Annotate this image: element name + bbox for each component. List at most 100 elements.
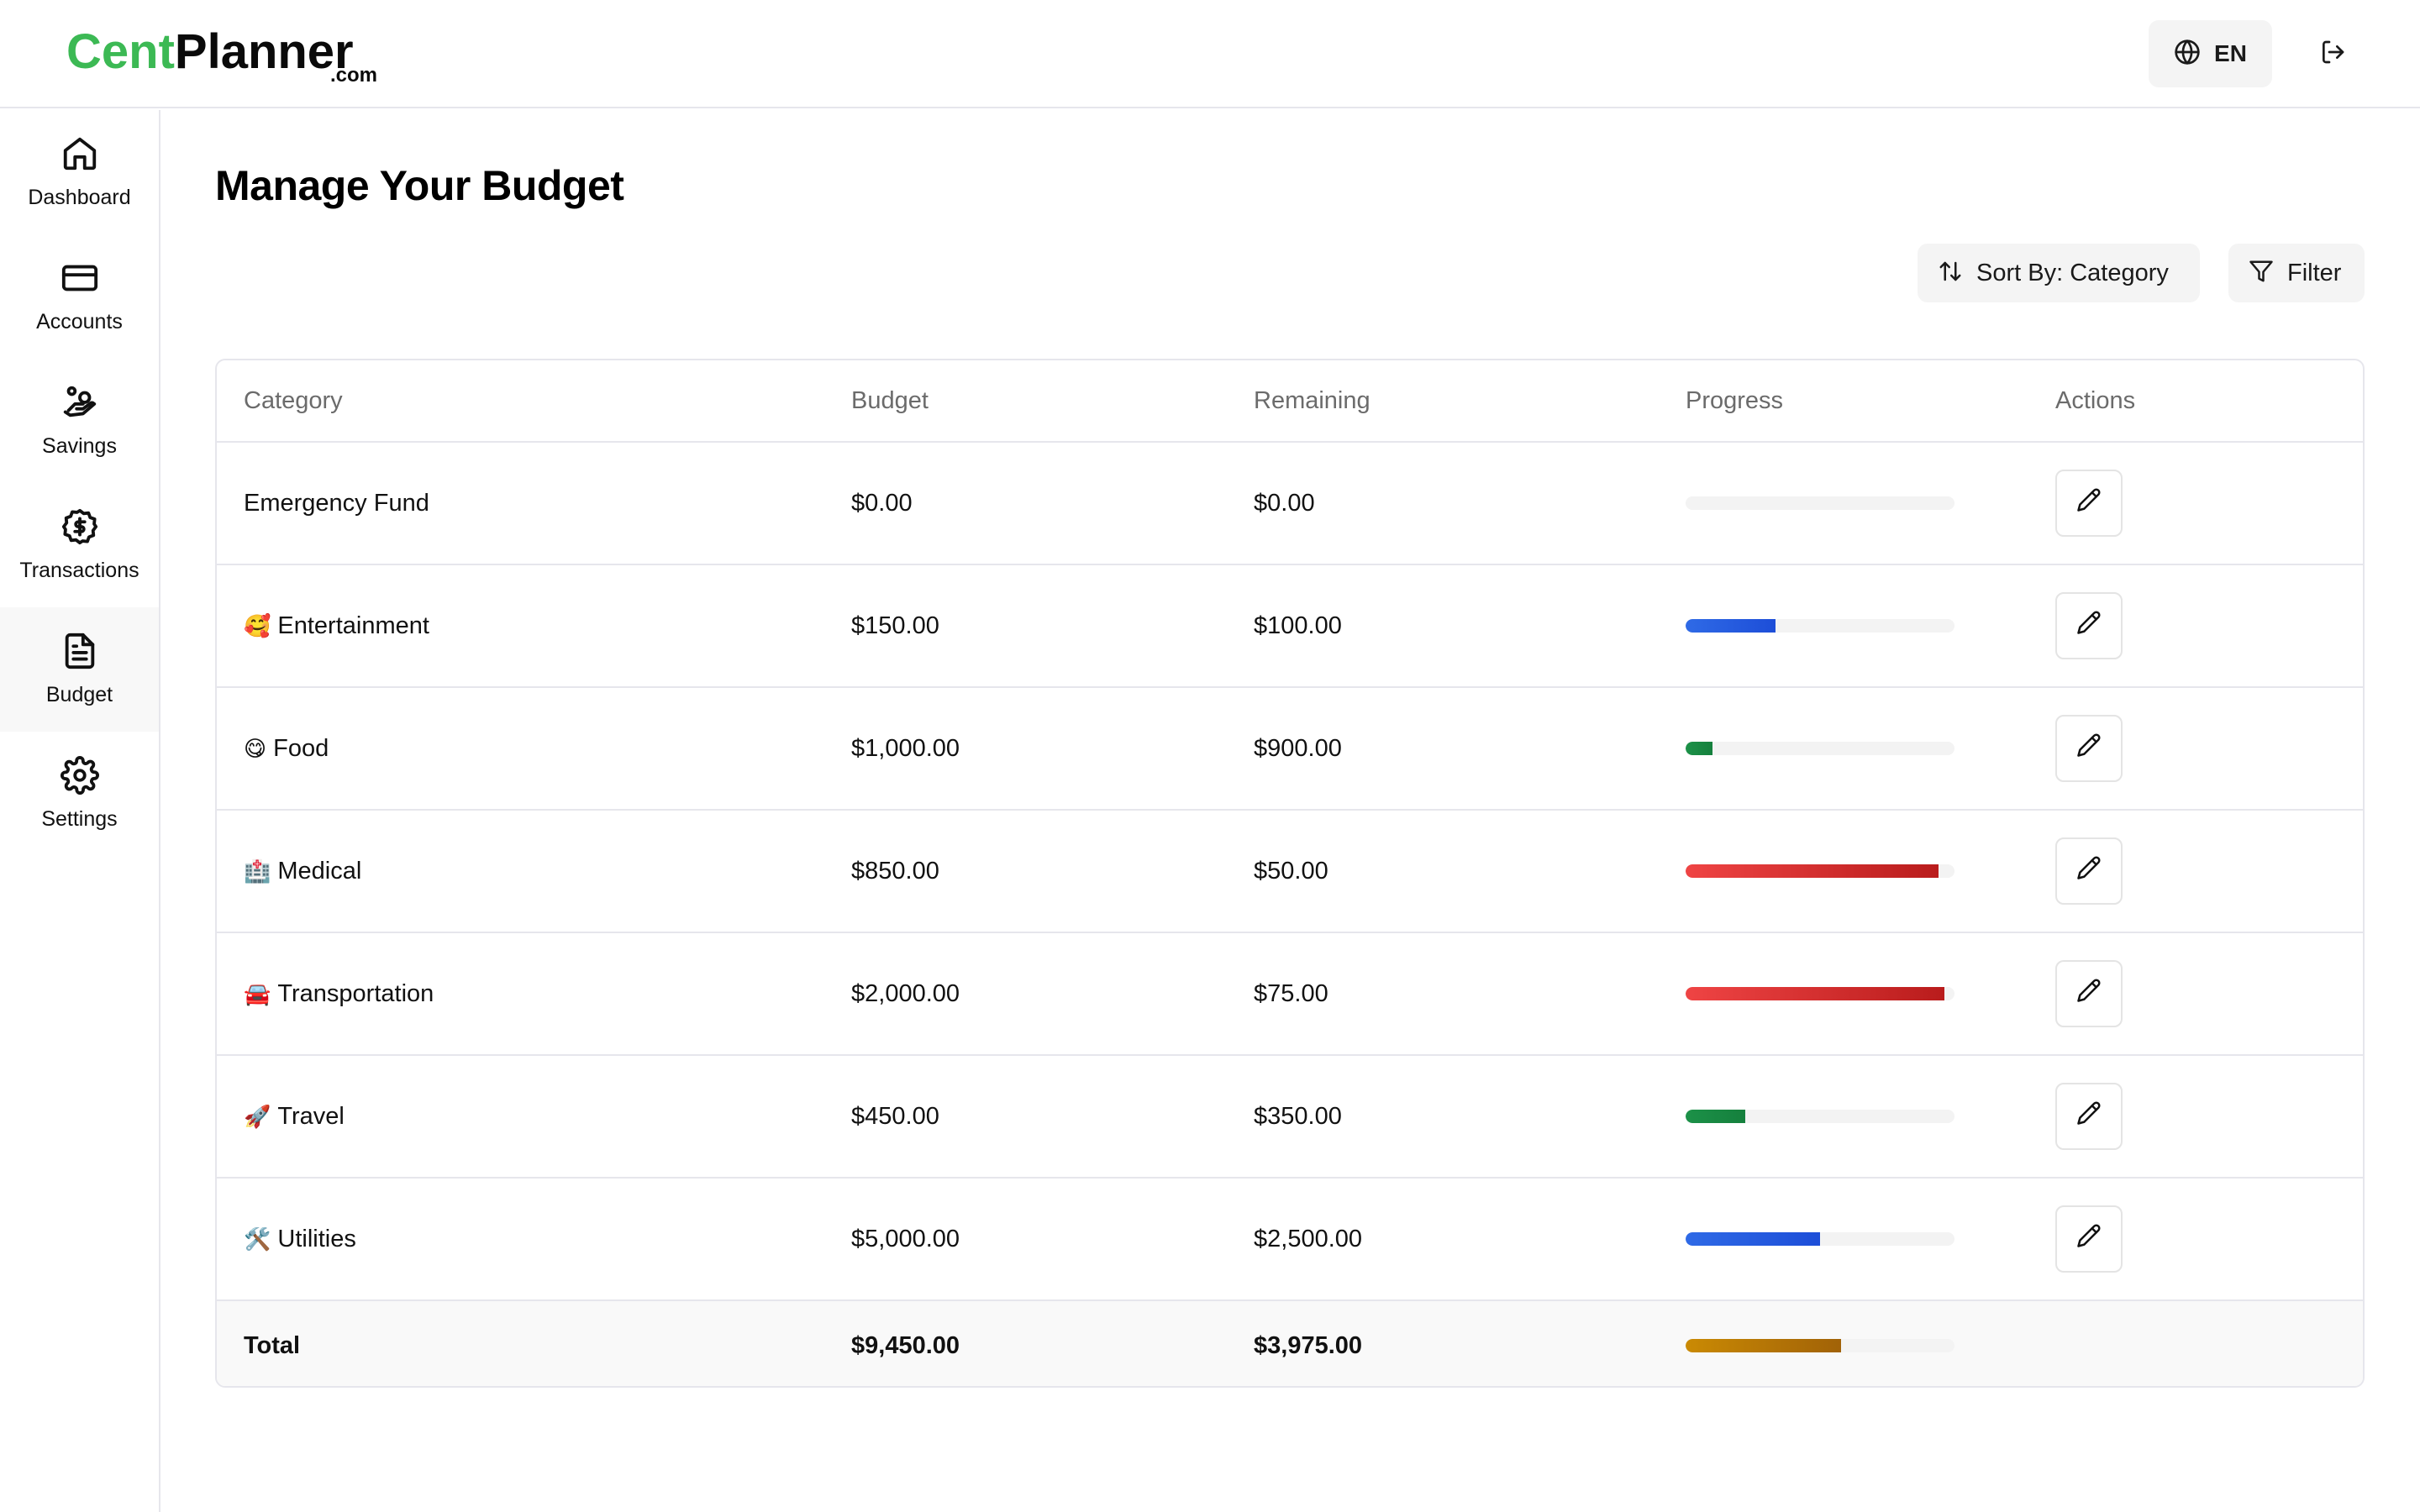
actions-cell: [2055, 811, 2123, 932]
actions-cell: [2055, 933, 2123, 1054]
logo-planner: Planner: [174, 24, 354, 79]
sidebar-item-dashboard[interactable]: Dashboard: [0, 110, 159, 234]
table-row: 🛠️ Utilities $5,000.00 $2,500.00: [217, 1179, 2363, 1301]
column-header-progress[interactable]: Progress: [1686, 360, 1783, 441]
column-header-actions: Actions: [2055, 386, 2136, 414]
table-row: 🚀 Travel $450.00 $350.00: [217, 1056, 2363, 1179]
pencil-icon: [2076, 732, 2102, 764]
pencil-icon: [2076, 855, 2102, 887]
progress-bar: [1686, 864, 1954, 878]
budget-cell: $450.00: [851, 1102, 939, 1130]
edit-button[interactable]: [2055, 592, 2123, 659]
total-progress-cell: [1686, 1301, 1954, 1386]
filter-button[interactable]: Filter: [2228, 244, 2365, 302]
logo-cent: Cent: [66, 24, 175, 79]
sidebar-item-budget[interactable]: Budget: [0, 607, 159, 732]
category-name: Transportation: [277, 979, 434, 1007]
remaining-cell: $50.00: [1254, 857, 1328, 885]
table-row: 🚘 Transportation $2,000.00 $75.00: [217, 933, 2363, 1056]
sort-arrows-icon: [1938, 259, 1963, 288]
actions-cell: [2055, 688, 2123, 809]
edit-button[interactable]: [2055, 960, 2123, 1027]
sidebar-item-settings[interactable]: Settings: [0, 732, 159, 856]
remaining-cell: $0.00: [1254, 489, 1315, 517]
pencil-icon: [2076, 1100, 2102, 1132]
actions-cell: [2055, 1056, 2123, 1177]
globe-icon: [2174, 39, 2201, 70]
category-emoji-icon: 🚘: [244, 980, 271, 1006]
edit-button[interactable]: [2055, 1083, 2123, 1150]
remaining-cell: $350.00: [1254, 1102, 1342, 1130]
remaining-cell: $100.00: [1254, 612, 1342, 639]
remaining-cell: $900.00: [1254, 734, 1342, 762]
sidebar: Dashboard Accounts Savings Transactions …: [0, 110, 160, 1512]
sort-button[interactable]: Sort By: Category: [1918, 244, 2200, 302]
column-header-category[interactable]: Category: [244, 360, 343, 441]
sidebar-item-label: Dashboard: [28, 186, 131, 209]
column-header-budget[interactable]: Budget: [851, 360, 929, 441]
actions-cell: [2055, 1179, 2123, 1299]
language-label: EN: [2214, 40, 2247, 66]
progress-cell: [1686, 1179, 1954, 1299]
total-progress-bar: [1686, 1339, 1954, 1352]
category-name: Utilities: [277, 1225, 356, 1252]
progress-cell: [1686, 1056, 1954, 1177]
category-name: Medical: [277, 857, 362, 885]
logo[interactable]: CentPlanner .com: [66, 24, 377, 91]
table-row: 😋 Food $1,000.00 $900.00: [217, 688, 2363, 811]
language-button[interactable]: EN: [2149, 20, 2272, 87]
progress-bar: [1686, 1110, 1954, 1123]
total-remaining: $3,975.00: [1254, 1331, 1363, 1359]
sidebar-item-label: Budget: [45, 683, 113, 706]
category-cell: 🏥 Medical: [244, 811, 361, 932]
progress-bar: [1686, 619, 1954, 633]
edit-button[interactable]: [2055, 715, 2123, 782]
progress-fill: [1686, 742, 1712, 755]
actions-cell: [2055, 565, 2123, 686]
progress-cell: [1686, 933, 1954, 1054]
total-budget: $9,450.00: [851, 1331, 960, 1359]
category-cell: 🚘 Transportation: [244, 933, 434, 1054]
category-emoji-icon: 🏥: [244, 858, 271, 884]
category-cell: 😋 Food: [244, 688, 329, 809]
total-label: Total: [244, 1331, 301, 1359]
category-cell: Emergency Fund: [244, 443, 429, 564]
progress-fill: [1686, 987, 1944, 1000]
sidebar-item-transactions[interactable]: Transactions: [0, 483, 159, 607]
category-emoji-icon: 😋: [244, 735, 267, 761]
home-icon: [60, 134, 99, 177]
progress-bar: [1686, 742, 1954, 755]
pencil-icon: [2076, 610, 2102, 642]
table-total-row: Total $9,450.00 $3,975.00: [217, 1301, 2363, 1386]
pencil-icon: [2076, 487, 2102, 519]
sidebar-item-accounts[interactable]: Accounts: [0, 234, 159, 359]
progress-cell: [1686, 443, 1954, 564]
budget-cell: $150.00: [851, 612, 939, 639]
table-row: 🏥 Medical $850.00 $50.00: [217, 811, 2363, 933]
category-cell: 🛠️ Utilities: [244, 1179, 356, 1299]
logout-icon: [2319, 39, 2346, 70]
sidebar-item-savings[interactable]: Savings: [0, 359, 159, 483]
logout-button[interactable]: [2312, 34, 2353, 74]
pencil-icon: [2076, 978, 2102, 1010]
category-name: Emergency Fund: [244, 489, 429, 517]
progress-cell: [1686, 688, 1954, 809]
category-emoji-icon: 🛠️: [244, 1226, 271, 1252]
filter-icon: [2249, 259, 2274, 288]
total-progress-fill: [1686, 1339, 1842, 1352]
file-text-icon: [60, 632, 99, 675]
edit-button[interactable]: [2055, 470, 2123, 537]
budget-table: Category Budget Remaining Progress Actio…: [215, 359, 2365, 1388]
table-row: 🥰 Entertainment $150.00 $100.00: [217, 565, 2363, 688]
column-header-remaining[interactable]: Remaining: [1254, 360, 1370, 441]
budget-cell: $5,000.00: [851, 1225, 960, 1252]
category-cell: 🚀 Travel: [244, 1056, 345, 1177]
pencil-icon: [2076, 1223, 2102, 1255]
budget-cell: $0.00: [851, 489, 913, 517]
budget-cell: $850.00: [851, 857, 939, 885]
category-name: Entertainment: [277, 612, 429, 639]
edit-button[interactable]: [2055, 837, 2123, 905]
edit-button[interactable]: [2055, 1205, 2123, 1273]
category-emoji-icon: 🚀: [244, 1103, 271, 1129]
sidebar-item-label: Savings: [42, 434, 117, 458]
